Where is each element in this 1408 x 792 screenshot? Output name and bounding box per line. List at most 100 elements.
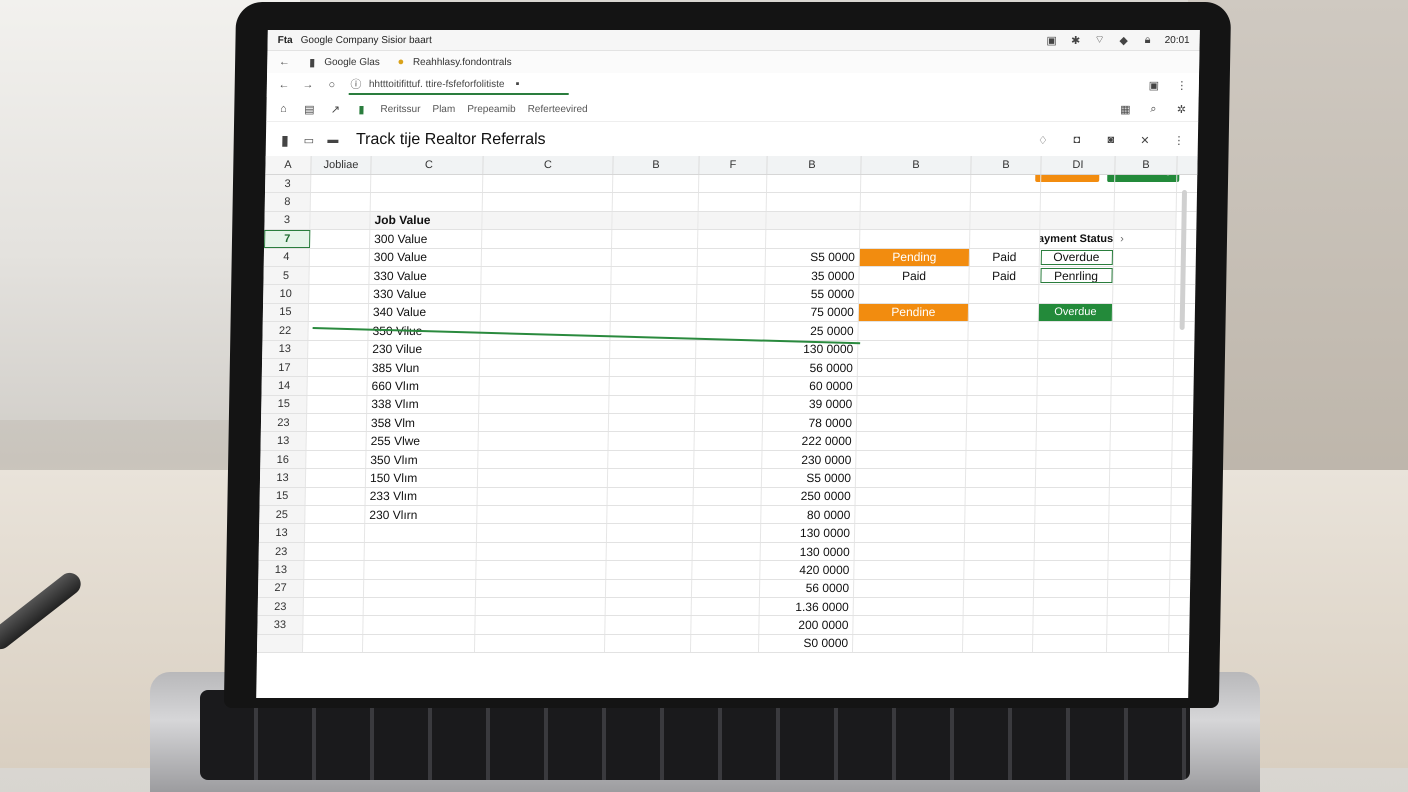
cell[interactable] [605,616,692,634]
amount-cell[interactable]: 1.36 0000 [759,597,854,616]
amount-cell[interactable]: 39 0000 [763,395,858,414]
bluetooth-icon[interactable]: ✱ [1069,34,1083,47]
status-cell[interactable] [855,469,967,487]
cell[interactable] [609,358,697,377]
reload-icon[interactable]: ○ [325,79,339,91]
amount-cell[interactable] [766,211,861,230]
amount-cell[interactable]: 75 0000 [764,303,860,322]
job-value-cell[interactable] [363,616,476,634]
row-header[interactable]: 23 [260,414,308,432]
cell[interactable] [481,266,612,285]
row-header[interactable]: 13 [258,524,306,542]
status-cell[interactable] [858,322,969,340]
cell[interactable] [1108,561,1171,579]
cell[interactable] [610,303,698,322]
status-cell[interactable] [854,561,965,579]
payment-status-cell[interactable] [1035,487,1110,506]
status-cell[interactable]: Paid [859,266,970,285]
cell[interactable] [310,175,372,193]
cell[interactable] [477,487,608,506]
cell[interactable] [1109,487,1172,506]
folder-icon[interactable]: ▬ [326,134,340,146]
cell[interactable] [308,340,369,358]
row-header[interactable]: 7 [264,230,311,248]
payment-status-cell[interactable] [1034,542,1109,561]
cell[interactable] [1107,597,1170,616]
cell[interactable] [306,414,368,432]
breadcrumb-item[interactable]: Plam [432,104,455,115]
cell[interactable] [694,432,763,450]
cell[interactable] [476,524,608,542]
cell[interactable] [480,340,611,358]
status-cell[interactable]: Pending [859,248,971,266]
cell[interactable] [480,303,612,322]
paid-cell[interactable] [965,506,1036,524]
job-value-cell[interactable]: Job Value [370,211,483,230]
cell[interactable] [694,414,764,432]
job-value-cell[interactable]: 340 Value [368,303,482,322]
paid-cell[interactable] [963,597,1034,616]
job-value-cell[interactable]: 330 Value [369,285,482,303]
cell[interactable] [611,285,698,303]
column-header[interactable]: DI [1041,156,1116,174]
cell[interactable] [693,487,762,506]
job-value-cell[interactable] [370,175,484,193]
payment-status-cell[interactable] [1040,193,1115,211]
status-cell[interactable] [856,432,967,450]
amount-cell[interactable]: 56 0000 [763,358,859,377]
cell[interactable] [607,469,695,487]
paid-cell[interactable] [970,193,1041,211]
cell[interactable] [696,322,765,340]
job-value-cell[interactable] [364,524,478,542]
row-header[interactable]: 13 [260,432,307,450]
breadcrumb-item[interactable]: Prepeamib [467,104,516,115]
cell[interactable] [481,285,612,303]
amount-cell[interactable] [766,175,862,193]
status-cell[interactable] [860,211,971,230]
status-cell[interactable] [853,616,964,634]
video-icon[interactable]: ◙ [1104,134,1118,147]
back-icon[interactable]: ← [277,56,291,68]
row-header[interactable]: 17 [261,358,309,377]
search-icon[interactable]: ⌕ [1146,103,1160,116]
cell[interactable] [307,377,368,395]
cell[interactable] [475,579,607,597]
job-value-cell[interactable]: 660 Vlım [367,377,480,395]
row-header[interactable]: 3 [264,175,312,193]
job-value-cell[interactable] [362,634,476,653]
job-value-cell[interactable]: 300 Value [369,248,483,266]
cell[interactable] [695,395,764,414]
extension-icon[interactable]: ▣ [1147,79,1161,92]
row-header[interactable] [256,634,304,653]
amount-cell[interactable] [766,193,861,211]
status-cell[interactable] [858,340,969,358]
cell[interactable] [475,597,606,616]
cell[interactable] [482,193,613,211]
cell[interactable] [698,211,767,230]
status-cell[interactable] [854,524,966,542]
row-header[interactable]: 27 [257,579,305,597]
job-value-cell[interactable]: 350 Vlım [366,450,479,469]
home-icon[interactable]: ⌂ [276,103,290,115]
status-cell[interactable] [860,230,971,248]
paid-cell[interactable] [963,579,1035,597]
cell[interactable] [480,322,611,340]
payment-status-cell[interactable] [1036,450,1111,469]
cell[interactable] [1109,469,1173,487]
column-header[interactable]: B [1115,156,1178,174]
payment-status-cell[interactable] [1037,395,1112,414]
column-header[interactable]: B [613,156,700,174]
cell[interactable] [479,395,610,414]
more-vert-icon[interactable]: ⋮ [1175,79,1189,92]
row-header[interactable]: 5 [263,266,310,285]
amount-cell[interactable]: 80 0000 [761,506,856,524]
cell[interactable] [1111,395,1174,414]
job-value-cell[interactable]: 150 Vlım [365,469,479,487]
cell[interactable] [1107,616,1170,634]
settings-icon[interactable]: ✲ [1174,103,1188,116]
amount-cell[interactable] [766,230,861,248]
row-header[interactable]: 15 [261,395,308,414]
cell[interactable] [611,266,698,285]
payment-status-cell[interactable] [1032,634,1108,653]
payment-status-cell[interactable] [1033,579,1109,597]
